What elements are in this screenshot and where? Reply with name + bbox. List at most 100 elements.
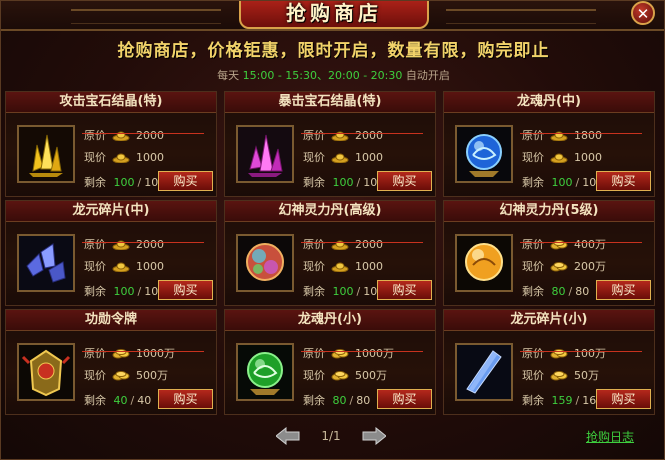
original-price: 1000万 xyxy=(136,347,175,360)
arrow-right-icon[interactable] xyxy=(362,427,386,445)
strikethrough-line xyxy=(82,133,204,134)
item-card: 幻神灵力丹(高级) 原价 2000 现价 1000 剩余 100/100 购买 xyxy=(224,200,436,306)
current-price-row: 现价 200万 xyxy=(522,258,606,274)
yuanbao-ingot-icon xyxy=(329,260,355,273)
item-card: 龙元碎片(小) 原价 100万 现价 50万 剩余 159/160 购买 xyxy=(443,309,655,415)
buy-button[interactable]: 购买 xyxy=(158,389,213,409)
current-price: 500万 xyxy=(136,369,168,382)
item-name: 幻神灵力丹(高级) xyxy=(225,201,435,222)
original-price-row: 原价 2000 xyxy=(82,127,204,143)
page-indicator: 1/1 xyxy=(321,429,341,443)
original-price-label: 原价 xyxy=(303,129,325,142)
remaining-label: 剩余 xyxy=(84,176,106,189)
original-price-row: 原价 400万 xyxy=(520,236,642,252)
yellow-crystal-icon xyxy=(19,127,73,181)
current-price-label: 现价 xyxy=(303,369,325,382)
original-price-row: 原价 2000 xyxy=(82,236,204,252)
merit-token-icon xyxy=(19,345,73,399)
purchase-log-link[interactable]: 抢购日志 xyxy=(586,428,634,445)
item-icon-frame[interactable] xyxy=(17,343,75,401)
total-count: 80 xyxy=(575,285,590,298)
remaining-row: 剩余 100/100 xyxy=(303,283,384,299)
item-name: 龙魂丹(小) xyxy=(225,310,435,331)
title-bar: 抢购商店 xyxy=(1,1,664,31)
remaining-label: 剩余 xyxy=(303,394,325,407)
gold-coins-icon xyxy=(548,238,574,251)
item-icon-frame[interactable] xyxy=(455,343,513,401)
gold-coins-icon xyxy=(548,260,574,273)
yuanbao-ingot-icon xyxy=(110,260,136,273)
buy-button[interactable]: 购买 xyxy=(377,389,432,409)
schedule-slot-1: 15:00 - 15:30 xyxy=(242,69,317,82)
current-price: 1000 xyxy=(136,260,164,273)
strikethrough-line xyxy=(520,133,642,134)
item-icon-frame[interactable] xyxy=(17,234,75,292)
current-price-label: 现价 xyxy=(522,151,544,164)
original-price-row: 原价 1000万 xyxy=(301,345,423,361)
blue-shard-icon xyxy=(457,345,511,399)
remaining-row: 剩余 80/80 xyxy=(522,283,589,299)
gold-coins-icon xyxy=(548,347,574,360)
original-price-row: 原价 2000 xyxy=(301,127,423,143)
buy-button[interactable]: 购买 xyxy=(596,280,651,300)
remaining-separator: / xyxy=(575,176,580,189)
remaining-count: 80 xyxy=(332,394,347,407)
current-price-row: 现价 1000 xyxy=(522,149,602,165)
blue-shards-icon xyxy=(19,236,73,290)
item-icon-frame[interactable] xyxy=(455,234,513,292)
buy-button[interactable]: 购买 xyxy=(596,171,651,191)
strikethrough-line xyxy=(520,242,642,243)
item-name: 龙元碎片(中) xyxy=(6,201,216,222)
current-price-label: 现价 xyxy=(522,369,544,382)
gold-coins-icon xyxy=(329,347,355,360)
remaining-row: 剩余 100/100 xyxy=(84,174,165,190)
item-name: 功勋令牌 xyxy=(6,310,216,331)
strikethrough-line xyxy=(301,351,423,352)
current-price: 1000 xyxy=(355,151,383,164)
remaining-separator: / xyxy=(568,285,573,298)
original-price-label: 原价 xyxy=(303,347,325,360)
remaining-separator: / xyxy=(130,394,135,407)
current-price-row: 现价 1000 xyxy=(303,149,383,165)
remaining-separator: / xyxy=(575,394,580,407)
title-ornament-left xyxy=(71,9,221,24)
buy-button[interactable]: 购买 xyxy=(158,171,213,191)
original-price: 2000 xyxy=(355,238,383,251)
remaining-count: 40 xyxy=(113,394,128,407)
remaining-count: 100 xyxy=(113,285,135,298)
item-icon-frame[interactable] xyxy=(17,125,75,183)
current-price-row: 现价 500万 xyxy=(303,367,387,383)
buy-button[interactable]: 购买 xyxy=(377,171,432,191)
original-price-label: 原价 xyxy=(84,347,106,360)
remaining-separator: / xyxy=(356,285,361,298)
current-price-row: 现价 1000 xyxy=(84,258,164,274)
yuanbao-ingot-icon xyxy=(548,151,574,164)
item-icon-frame[interactable] xyxy=(455,125,513,183)
gold-coins-icon xyxy=(110,369,136,382)
buy-button[interactable]: 购买 xyxy=(377,280,432,300)
remaining-row: 剩余 100/100 xyxy=(84,283,165,299)
current-price-label: 现价 xyxy=(84,260,106,273)
yuanbao-ingot-icon xyxy=(548,129,574,142)
buy-button[interactable]: 购买 xyxy=(158,280,213,300)
original-price: 400万 xyxy=(574,238,606,251)
schedule-slot-2: 20:00 - 20:30 xyxy=(328,69,403,82)
current-price-row: 现价 1000 xyxy=(303,258,383,274)
item-card: 龙魂丹(中) 原价 1800 现价 1000 剩余 100/100 购买 xyxy=(443,91,655,197)
original-price-label: 原价 xyxy=(84,129,106,142)
close-button[interactable]: ✕ xyxy=(631,1,655,25)
arrow-left-icon[interactable] xyxy=(276,427,300,445)
item-icon-frame[interactable] xyxy=(236,343,294,401)
remaining-row: 剩余 100/100 xyxy=(522,174,603,190)
total-count: 40 xyxy=(137,394,152,407)
current-price-row: 现价 500万 xyxy=(84,367,168,383)
item-icon-frame[interactable] xyxy=(236,234,294,292)
buy-button[interactable]: 购买 xyxy=(596,389,651,409)
item-icon-frame[interactable] xyxy=(236,125,294,183)
shop-window: 抢购商店 ✕ 抢购商店，价格钜惠，限时开启，数量有限，购完即止 每天 15:00… xyxy=(0,0,665,460)
rainbow-orb-icon xyxy=(238,236,292,290)
original-price-label: 原价 xyxy=(522,129,544,142)
remaining-count: 100 xyxy=(332,176,354,189)
current-price-label: 现价 xyxy=(84,151,106,164)
current-price-label: 现价 xyxy=(522,260,544,273)
